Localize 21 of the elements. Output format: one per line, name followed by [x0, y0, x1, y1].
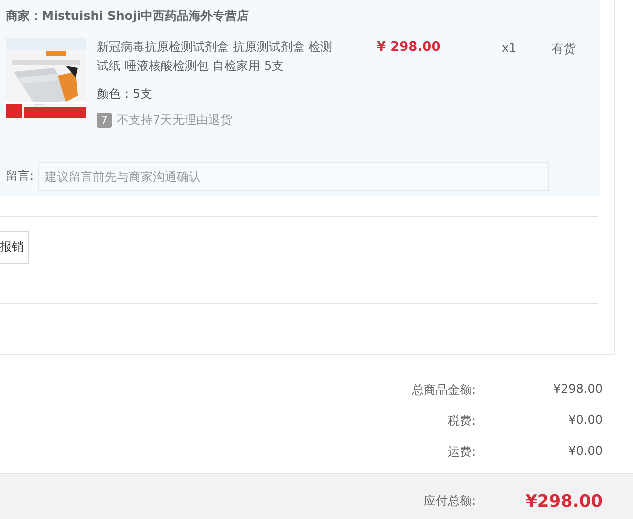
- stock-status: 有货: [552, 41, 576, 58]
- store-label: 商家：: [6, 9, 42, 23]
- message-field[interactable]: 建议留言前先与商家沟通确认: [38, 162, 549, 191]
- message-label: 留言:: [6, 168, 36, 185]
- total-amount: ¥298.00: [524, 492, 603, 512]
- summary-value: ¥0.00: [568, 444, 603, 460]
- store-name: Mistuishi Shoji中西药品海外专营店: [42, 9, 250, 23]
- invoice-button[interactable]: 报销: [0, 231, 29, 264]
- total-label: 应付总额:: [424, 493, 476, 510]
- summary-value: ¥298.00: [552, 382, 603, 398]
- return-badge: 7: [97, 113, 112, 128]
- product-price: ¥ 298.00: [377, 39, 442, 57]
- summary-label: 总商品金额:: [412, 382, 476, 399]
- summary-label: 税费:: [448, 413, 476, 430]
- color-label: 颜色：: [97, 87, 133, 101]
- return-policy: 不支持7天无理由退货: [117, 112, 233, 129]
- summary-label: 运费:: [448, 444, 476, 461]
- summary-value: ¥0.00: [568, 413, 603, 429]
- quantity: x1: [502, 40, 518, 57]
- product-title[interactable]: 新冠病毒抗原检测试剂盒 抗原测试剂盒 检测试纸 唾液核酸检测包 自检家用 5支: [97, 38, 342, 76]
- color-value: 5支: [133, 87, 153, 101]
